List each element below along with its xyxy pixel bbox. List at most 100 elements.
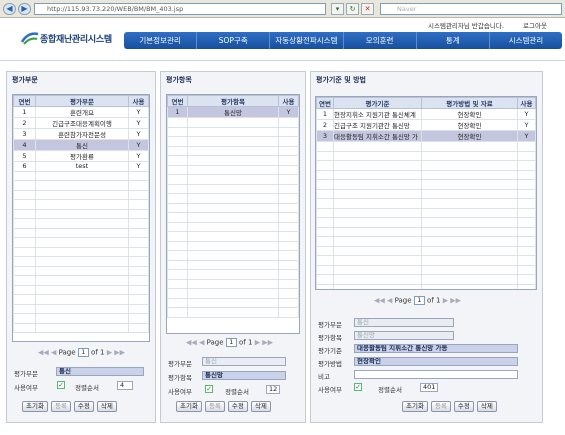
page-input[interactable]: 1 bbox=[413, 296, 425, 305]
table-cell bbox=[421, 207, 518, 218]
reset-button[interactable]: 초기화 bbox=[402, 401, 428, 412]
delete-button[interactable]: 삭제 bbox=[476, 401, 497, 412]
table-row[interactable]: 2 긴급구조대응계획이행 Y bbox=[13, 117, 149, 129]
table-row[interactable]: 4 통신 Y bbox=[13, 139, 149, 151]
reset-button[interactable]: 초기화 bbox=[176, 401, 202, 412]
table-cell: Y bbox=[128, 150, 149, 162]
col-header[interactable]: 사용 bbox=[517, 97, 536, 109]
col-header[interactable]: 연번 bbox=[316, 97, 334, 109]
item-input[interactable]: 통신망 bbox=[202, 371, 286, 380]
logout-link[interactable]: 로그아웃 bbox=[523, 20, 547, 30]
table-cell: 2 bbox=[13, 117, 36, 129]
method-input[interactable]: 현장확인 bbox=[354, 357, 518, 366]
menu-item-stats[interactable]: 통계 bbox=[417, 32, 490, 49]
pager: ◀◀ ◀ Page 1 of 1 ▶ ▶▶ bbox=[374, 296, 462, 305]
table-cell bbox=[35, 199, 129, 210]
menu-item-sop[interactable]: SOP구축 bbox=[197, 32, 271, 49]
table-row[interactable]: 1 훈련개요 Y bbox=[13, 106, 149, 118]
address-bar[interactable]: http://115.93.73.220/WEB/BM/BM_403.jsp bbox=[34, 3, 326, 15]
table-row bbox=[13, 313, 149, 324]
table-cell: 3 bbox=[316, 130, 334, 142]
table-cell bbox=[167, 231, 188, 242]
page-input[interactable]: 1 bbox=[77, 348, 89, 357]
table-row[interactable]: 3 훈련참가자전문성 Y bbox=[13, 128, 149, 140]
table-cell bbox=[13, 284, 36, 295]
table-cell: 3 bbox=[13, 128, 36, 140]
order-input[interactable]: 12 bbox=[266, 385, 280, 394]
criteria-input[interactable]: 대응활동팀 지휘소간 통신망 가동 bbox=[354, 344, 518, 353]
table-cell bbox=[187, 117, 279, 128]
col-header[interactable]: 연번 bbox=[13, 95, 36, 107]
table-row bbox=[13, 322, 149, 333]
col-header[interactable]: 평가부문 bbox=[35, 95, 129, 107]
order-input[interactable]: 4 bbox=[117, 381, 133, 390]
table-cell bbox=[167, 288, 188, 299]
col-header[interactable]: 평가기준 bbox=[333, 97, 422, 109]
note-input[interactable] bbox=[354, 370, 518, 379]
table-cell bbox=[316, 274, 334, 285]
table-cell bbox=[167, 278, 188, 289]
table-cell bbox=[187, 240, 279, 251]
table-row[interactable]: 1 현장지휘소 지원기관 통신체계 현장확인 Y bbox=[316, 108, 536, 120]
stop-icon[interactable]: ✕ bbox=[361, 3, 374, 15]
register-button[interactable]: 등록 bbox=[430, 401, 451, 412]
refresh-icon[interactable]: ↻ bbox=[346, 3, 359, 15]
table-row bbox=[13, 265, 149, 276]
table-cell bbox=[333, 188, 422, 199]
back-icon[interactable]: ◀ bbox=[3, 3, 16, 15]
table-cell bbox=[35, 227, 129, 238]
table-cell bbox=[167, 259, 188, 270]
order-input[interactable]: 401 bbox=[420, 383, 438, 392]
table-row[interactable]: 2 긴급구조 지원기관간 통신망 현장확인 Y bbox=[316, 119, 536, 131]
table-row[interactable]: 6 test Y bbox=[13, 161, 149, 172]
table-cell bbox=[13, 199, 36, 210]
table-row bbox=[316, 245, 536, 256]
table-cell bbox=[421, 188, 518, 199]
menu-item-auto-broadcast[interactable]: 자동상황전파시스템 bbox=[270, 32, 344, 49]
edit-button[interactable]: 수정 bbox=[73, 401, 94, 412]
item-input: 통신망 bbox=[354, 331, 454, 340]
register-button[interactable]: 등록 bbox=[204, 401, 225, 412]
table-row bbox=[167, 221, 299, 232]
table-cell bbox=[167, 174, 188, 185]
table-cell bbox=[278, 136, 299, 147]
delete-button[interactable]: 삭제 bbox=[250, 401, 271, 412]
table-row bbox=[13, 218, 149, 229]
menu-item-drill[interactable]: 모의훈련 bbox=[344, 32, 417, 49]
use-checkbox[interactable]: ✓ bbox=[354, 383, 362, 391]
menu-item-system[interactable]: 시스템관리 bbox=[490, 32, 562, 49]
table-row bbox=[13, 246, 149, 257]
table-cell bbox=[13, 256, 36, 267]
register-button[interactable]: 등록 bbox=[50, 401, 71, 412]
page-input[interactable]: 1 bbox=[225, 338, 237, 347]
table-row[interactable]: 1 통신망 Y bbox=[167, 106, 299, 118]
use-checkbox[interactable]: ✓ bbox=[205, 385, 213, 393]
reset-button[interactable]: 초기화 bbox=[22, 401, 48, 412]
table-row[interactable]: 3 대응활동팀 지휘소간 통신망 가 현장확인 Y bbox=[316, 130, 536, 142]
search-input[interactable]: Naver bbox=[380, 3, 562, 15]
table-cell bbox=[517, 217, 536, 228]
pager: ◀◀ ◀ Page 1 of 1 ▶ ▶▶ bbox=[38, 348, 126, 357]
edit-button[interactable]: 수정 bbox=[227, 401, 248, 412]
edit-button[interactable]: 수정 bbox=[453, 401, 474, 412]
pager-label: Page bbox=[58, 348, 76, 357]
menu-item-basic-info[interactable]: 기본정보관리 bbox=[124, 32, 198, 49]
table-cell bbox=[35, 170, 129, 181]
table-cell bbox=[35, 322, 129, 333]
delete-button[interactable]: 삭제 bbox=[96, 401, 117, 412]
dropdown-icon[interactable]: ▾ bbox=[331, 3, 344, 15]
table-cell bbox=[278, 164, 299, 175]
col-header[interactable]: 사용 bbox=[278, 95, 299, 107]
table-cell: Y bbox=[128, 128, 149, 140]
col-header[interactable]: 평가항목 bbox=[187, 95, 279, 107]
category-input[interactable]: 통신 bbox=[56, 367, 144, 376]
col-header[interactable]: 연번 bbox=[167, 95, 188, 107]
category-label: 평가부문 bbox=[318, 321, 342, 329]
table-cell: 현장확인 bbox=[421, 119, 518, 131]
table-cell bbox=[278, 183, 299, 194]
col-header[interactable]: 평가방법 및 자료 bbox=[421, 97, 518, 109]
forward-icon[interactable]: ▶ bbox=[18, 3, 31, 15]
col-header[interactable]: 사용 bbox=[128, 95, 149, 107]
table-row[interactable]: 5 평가환류 Y bbox=[13, 150, 149, 162]
use-checkbox[interactable]: ✓ bbox=[57, 381, 65, 389]
